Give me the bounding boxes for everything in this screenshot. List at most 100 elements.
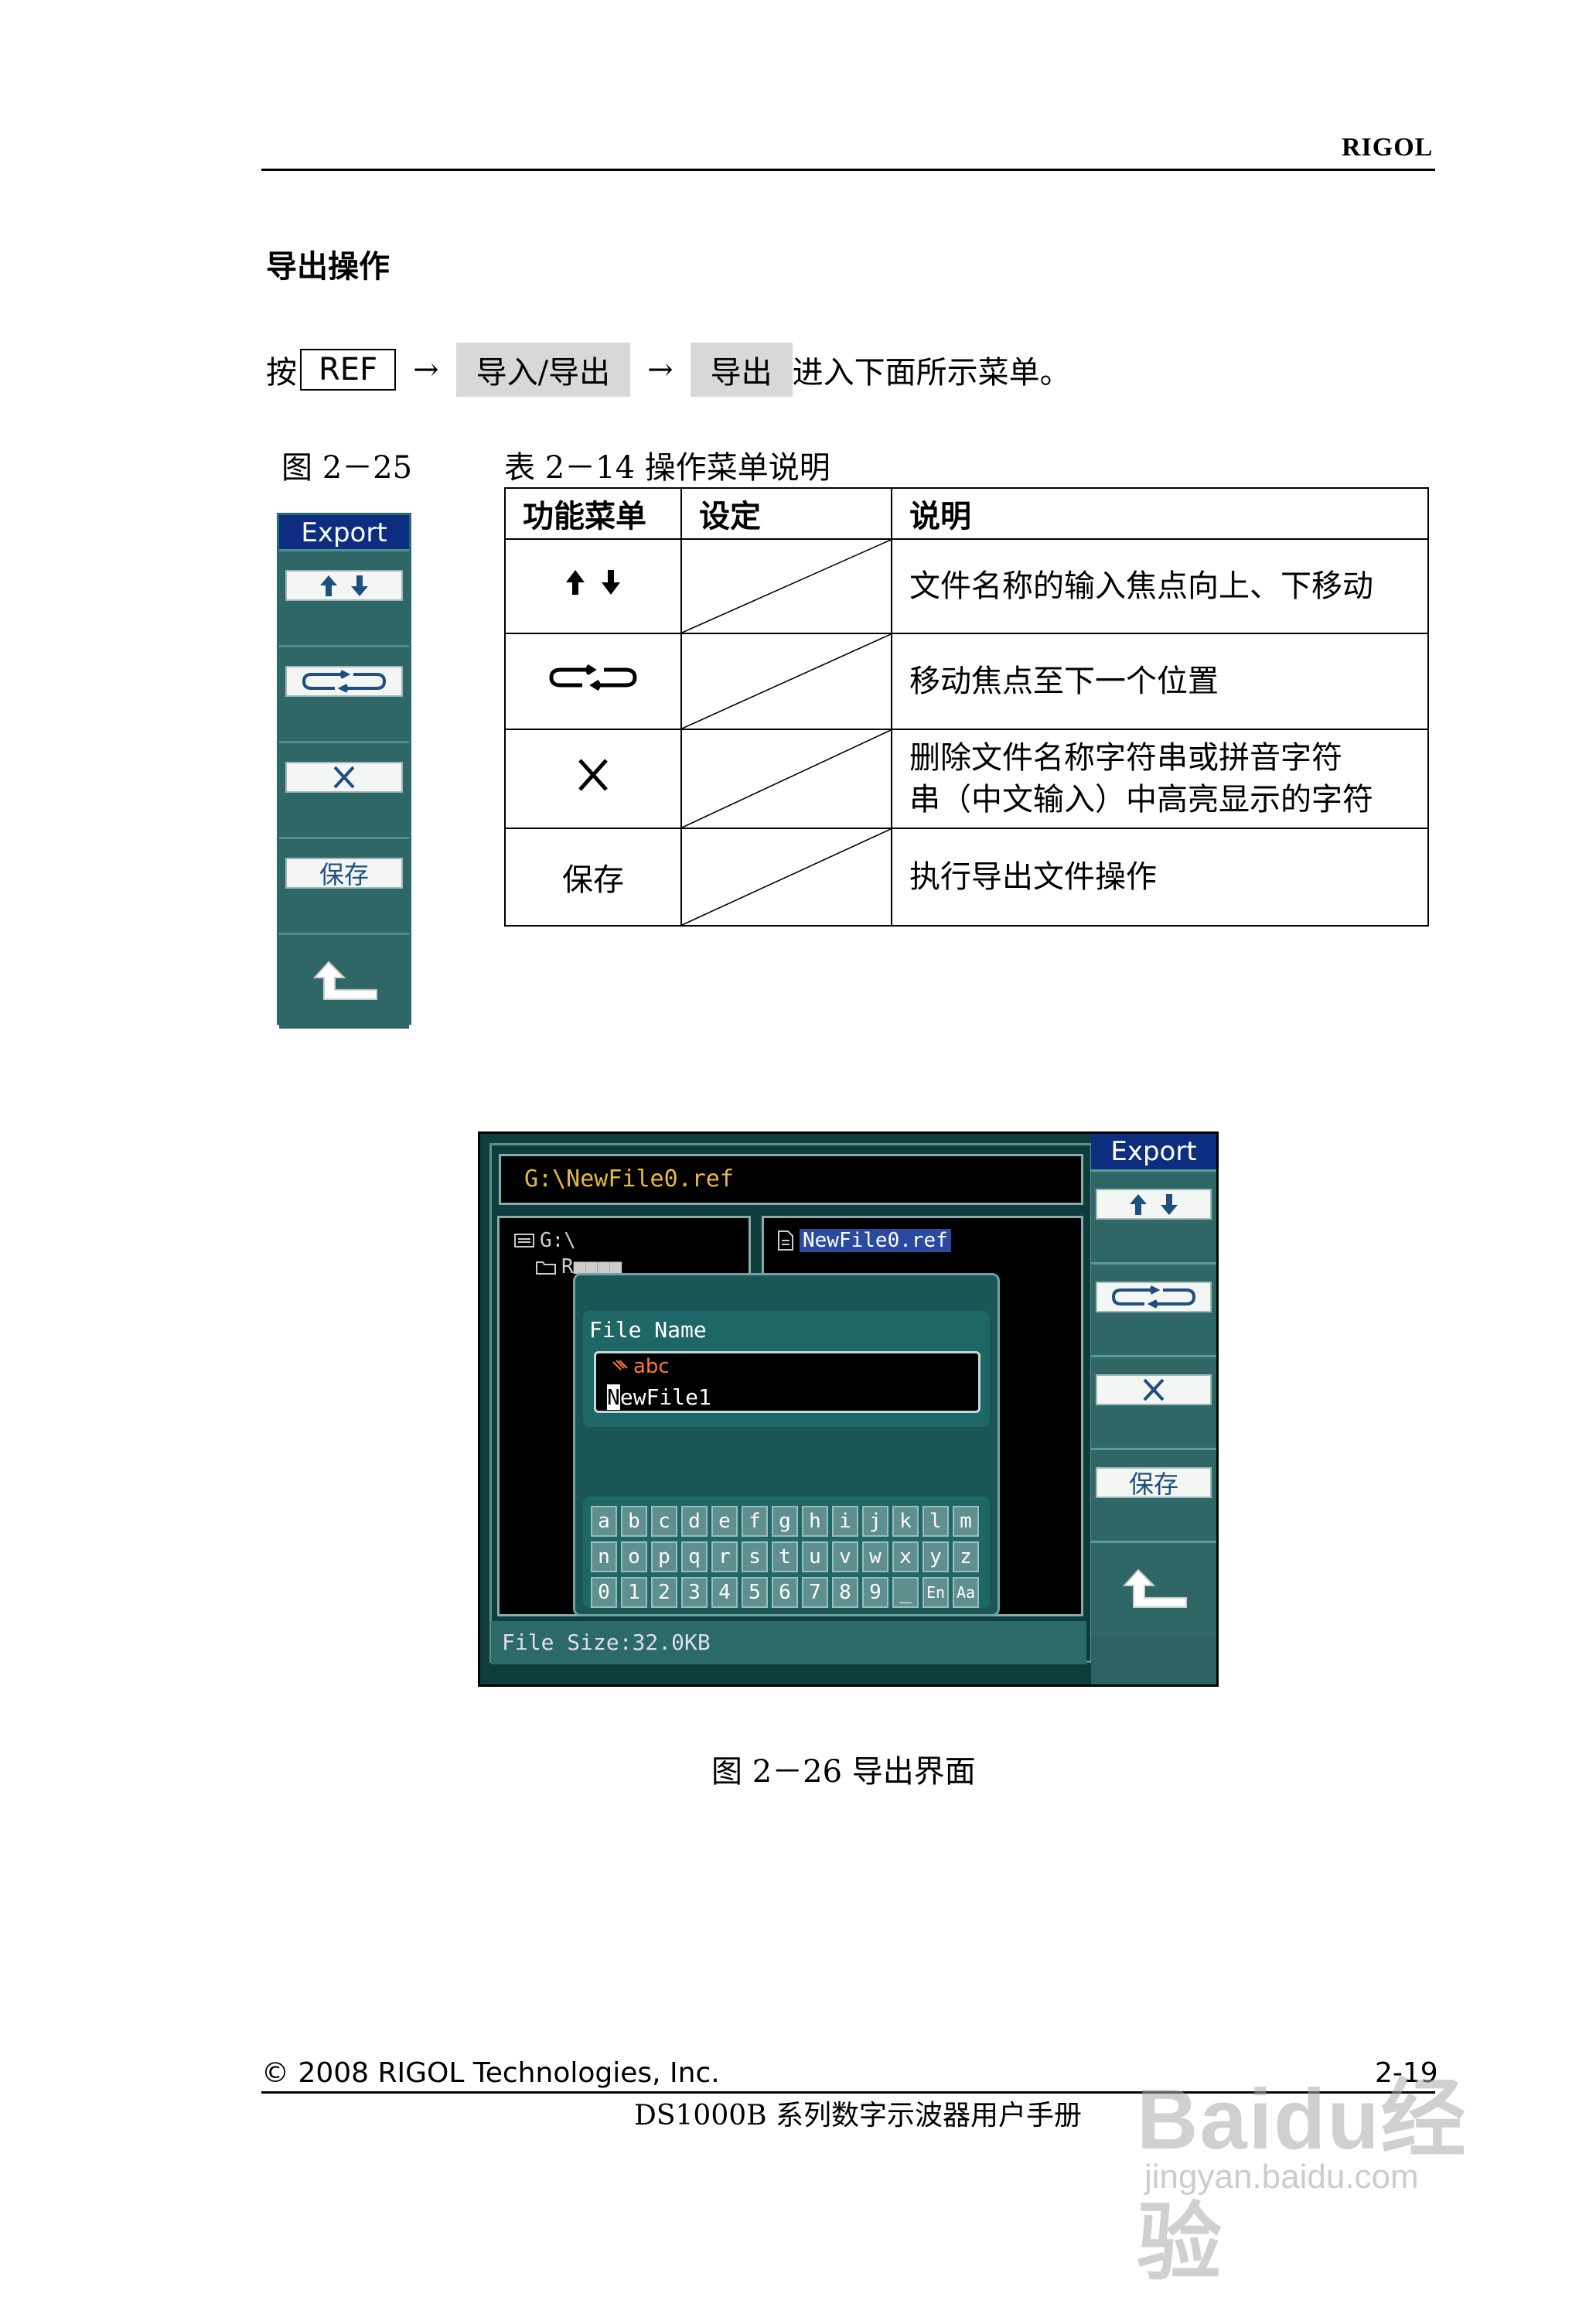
back-button[interactable]: [279, 933, 409, 1029]
footer-copyright: © 2008 RIGOL Technologies, Inc.: [261, 2057, 720, 2089]
keyboard-key[interactable]: 2: [651, 1577, 677, 1608]
save-button[interactable]: 保存: [1096, 1467, 1212, 1499]
table-header: 说明: [891, 487, 1429, 540]
delete-x-icon: [1143, 1378, 1165, 1401]
keyboard-key[interactable]: y: [922, 1541, 949, 1572]
return-arrow-icon: [312, 961, 377, 1000]
menu-slot-cycle: [279, 645, 409, 741]
keyboard-key[interactable]: f: [742, 1506, 768, 1537]
keyboard-key[interactable]: 0: [591, 1577, 617, 1608]
up-down-arrows-icon: [566, 570, 620, 595]
keyboard-key[interactable]: j: [862, 1506, 888, 1537]
table-cell-function: [504, 538, 682, 634]
up-down-arrows-icon: [1130, 1194, 1178, 1215]
table-cell-function: [504, 729, 682, 829]
table-row: 移动焦点至下一个位置: [504, 633, 1429, 730]
up-down-button[interactable]: [285, 570, 403, 601]
header-rule: [261, 169, 1435, 171]
keyboard-key[interactable]: a: [591, 1506, 617, 1537]
keyboard-key[interactable]: w: [862, 1541, 888, 1572]
table-header-row: 功能菜单 设定 说明: [504, 487, 1429, 540]
keyboard-key[interactable]: t: [772, 1541, 798, 1572]
diagonal-line: [682, 829, 891, 925]
delete-button[interactable]: [285, 762, 403, 793]
keyboard-key[interactable]: _: [892, 1577, 919, 1608]
file-name-text: ewFile1: [619, 1384, 711, 1410]
keyboard-key[interactable]: z: [953, 1541, 979, 1572]
save-button[interactable]: 保存: [285, 858, 403, 889]
file-name-label: File Name: [589, 1317, 707, 1343]
keyboard-key[interactable]: g: [772, 1506, 798, 1537]
file-name-input[interactable]: abc NewFile1: [594, 1351, 980, 1413]
table-cell-setting-empty: [680, 729, 892, 829]
arrow-icon: →: [647, 352, 674, 387]
table-cell-setting-empty: [680, 633, 892, 730]
keyboard-key[interactable]: 7: [802, 1577, 828, 1608]
keyboard-key[interactable]: 5: [742, 1577, 768, 1608]
cycle-arrows-icon: [302, 670, 386, 693]
folder-icon: [536, 1261, 556, 1275]
table-row: 保存 执行导出文件操作: [504, 828, 1429, 927]
keyboard-key[interactable]: 3: [681, 1577, 708, 1608]
keyboard-key[interactable]: 9: [862, 1577, 888, 1608]
keyboard-key[interactable]: n: [591, 1541, 617, 1572]
keyboard-key[interactable]: m: [953, 1506, 979, 1537]
tree-root-label: G:\: [540, 1229, 576, 1252]
keyboard-key[interactable]: 1: [621, 1577, 647, 1608]
keyboard-row: nopqrstuvwxyz: [591, 1541, 979, 1572]
menu-slot-delete: [1091, 1355, 1216, 1448]
menu-slot-save: 保存: [279, 837, 409, 933]
keyboard-key[interactable]: p: [651, 1541, 677, 1572]
keyboard-key[interactable]: l: [922, 1506, 949, 1537]
keyboard-key[interactable]: e: [711, 1506, 738, 1537]
cycle-arrows-icon: [549, 664, 637, 691]
menu-slot-up-down: [1091, 1169, 1216, 1262]
footer-manual-title: DS1000B 系列数字示波器用户手册: [634, 2100, 1083, 2131]
instruction-press: 按: [266, 355, 297, 391]
section-title: 导出操作: [266, 249, 390, 285]
keyboard-key[interactable]: r: [711, 1541, 738, 1572]
table-cell-description: 执行导出文件操作: [891, 828, 1429, 927]
keyboard-key[interactable]: En: [922, 1577, 949, 1608]
table-caption: 表 2－14 操作菜单说明: [504, 450, 830, 486]
scope-export-menu: Export 保存: [1091, 1134, 1216, 1684]
file-name-group: File Name abc NewFile1: [583, 1311, 990, 1427]
export-screen-screenshot: G:\NewFile0.ref G:\ R■■■■ NewFile0.ref F…: [478, 1131, 1219, 1687]
keyboard-key[interactable]: 4: [711, 1577, 738, 1608]
keyboard-key[interactable]: h: [802, 1506, 828, 1537]
keyboard-key[interactable]: s: [742, 1541, 768, 1572]
keyboard-key[interactable]: q: [681, 1541, 708, 1572]
keyboard-key[interactable]: o: [621, 1541, 647, 1572]
back-button[interactable]: [1091, 1541, 1216, 1637]
menu-slot-cycle: [1091, 1262, 1216, 1355]
table-cell-setting-empty: [680, 828, 892, 927]
export-softkey-label: 导出: [690, 343, 793, 397]
instruction-line: 按 REF → 导入/导出 → 导出 进入下面所示菜单。: [266, 343, 1071, 397]
keyboard-key[interactable]: b: [621, 1506, 647, 1537]
file-list-item[interactable]: NewFile0.ref: [776, 1229, 951, 1252]
keyboard-row: 0 1 2 3 4 5 6 7 8 9 _ En Aa: [591, 1577, 979, 1608]
keyboard-key[interactable]: 6: [772, 1577, 798, 1608]
keyboard-key[interactable]: u: [802, 1541, 828, 1572]
keyboard-key[interactable]: x: [892, 1541, 919, 1572]
diagonal-line: [682, 634, 891, 729]
figure-caption: 图 2－25: [281, 450, 413, 486]
file-icon: [778, 1230, 793, 1251]
menu-title: Export: [279, 515, 409, 552]
keyboard-key[interactable]: c: [651, 1506, 677, 1537]
up-down-button[interactable]: [1096, 1189, 1212, 1220]
delete-button[interactable]: [1096, 1374, 1212, 1405]
keyboard-key[interactable]: i: [832, 1506, 858, 1537]
file-name-dialog: File Name abc NewFile1 abcdefghijklm nop…: [573, 1273, 1000, 1616]
keyboard-key[interactable]: 8: [832, 1577, 858, 1608]
ref-key-label: REF: [300, 349, 397, 391]
tree-root[interactable]: G:\: [513, 1229, 576, 1252]
next-position-button[interactable]: [285, 666, 403, 697]
keyboard-key[interactable]: v: [832, 1541, 858, 1572]
keyboard-key[interactable]: d: [681, 1506, 708, 1537]
keyboard-key[interactable]: Aa: [953, 1577, 979, 1608]
keyboard-key[interactable]: k: [892, 1506, 919, 1537]
next-position-button[interactable]: [1096, 1282, 1212, 1312]
file-size-status: File Size:32.0KB: [491, 1621, 1086, 1664]
arrow-icon: →: [413, 352, 439, 387]
